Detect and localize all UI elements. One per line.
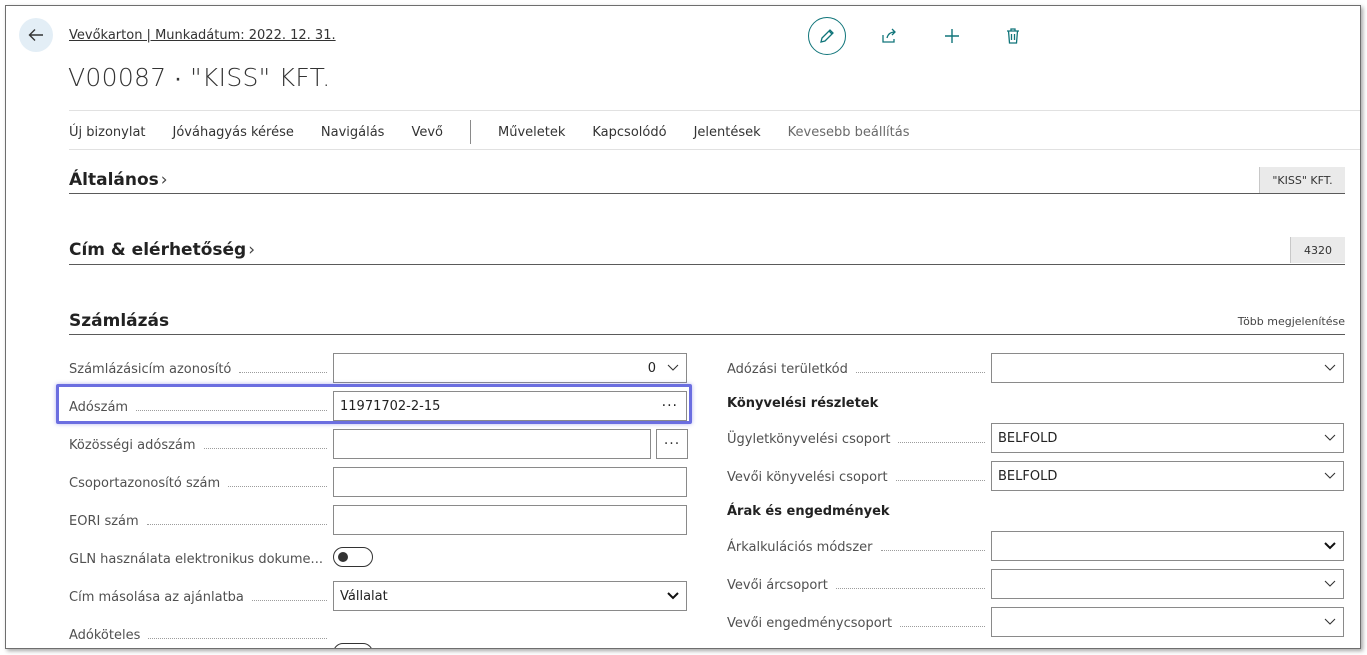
action-related[interactable]: Kapcsolódó [592,125,666,140]
address-summary: 4320 [1290,237,1345,263]
taxable-label: Adóköteles [69,624,333,646]
gln-label: GLN használata elektronikus dokume... [69,551,323,567]
back-arrow-icon [28,29,43,41]
copy-address-label: Cím másolása az ajánlatba [69,586,333,608]
section-invoicing-title[interactable]: Számlázás [69,311,169,331]
show-more-link[interactable]: Több megjelenítése [1238,315,1345,328]
eu-tax-number-field[interactable] [333,429,651,459]
header-divider [69,110,1360,111]
billing-id-label: Számlázásicím azonosító [69,358,333,380]
section-invoicing-rule [69,334,1345,335]
general-summary: "KISS" KFT. [1259,167,1345,193]
tax-area-label: Adózási területkód [727,358,991,380]
share-icon [882,28,896,43]
chevron-down-icon [666,589,680,603]
prices-heading: Árak és engedmények [727,504,890,519]
tax-number-label: Adószám [69,396,333,418]
page-title: V00087 ∙ "KISS" KFT. [68,63,331,92]
price-method-label: Árkalkulációs módszer [727,536,991,558]
section-address-header[interactable]: Cím & elérhetőség › [69,240,255,260]
eu-tax-lookup-button[interactable]: ··· [656,429,688,459]
price-group-dropdown[interactable] [991,569,1344,599]
action-actions[interactable]: Műveletek [498,125,565,140]
tax-number-field[interactable]: 11971702-2-15 ··· [333,391,687,421]
section-address-rule [69,264,1345,265]
section-general-rule [69,193,1345,194]
gen-bus-posting-dropdown[interactable]: BELFOLD [991,423,1344,453]
price-method-select[interactable] [991,531,1344,561]
discount-group-dropdown[interactable] [991,607,1344,637]
edit-button[interactable] [808,17,846,55]
ellipsis-icon: ··· [663,436,681,452]
back-button[interactable] [19,18,53,52]
posting-details-heading: Könyvelési részletek [727,396,879,411]
action-request-approval[interactable]: Jóváhagyás kérése [173,125,294,140]
customer-card-page: Vevőkarton | Munkadátum: 2022. 12. 31. V… [5,5,1361,649]
actionbar-divider [69,149,1360,150]
discount-group-label: Vevői engedménycsoport [727,612,991,634]
billing-id-value: 0 [647,360,656,376]
gen-bus-posting-value: BELFOLD [998,430,1058,446]
section-general-header[interactable]: Általános › [69,170,168,190]
chevron-down-icon [1323,539,1337,553]
action-new-document[interactable]: Új bizonylat [69,125,146,140]
trash-icon [1007,28,1019,44]
chevron-down-icon [1323,361,1337,375]
action-fewer-options[interactable]: Kevesebb beállítás [788,125,910,140]
chevron-down-icon [1323,577,1337,591]
cust-posting-label: Vevői könyvelési csoport [727,466,991,488]
breadcrumb[interactable]: Vevőkarton | Munkadátum: 2022. 12. 31. [69,28,336,43]
copy-address-select[interactable]: Vállalat [333,581,687,611]
gen-bus-posting-label: Ügyletkönyvelési csoport [727,428,991,450]
plus-icon [945,29,959,43]
section-general-title: Általános [69,170,159,190]
ellipsis-icon[interactable]: ··· [662,398,680,414]
toggle-knob [338,648,348,649]
billing-id-dropdown[interactable]: 0 [333,353,687,383]
chevron-right-icon: › [248,240,256,260]
action-reports[interactable]: Jelentések [694,125,761,140]
action-bar-separator [470,120,471,144]
toggle-knob [338,552,348,562]
copy-address-value: Vállalat [340,588,388,604]
action-bar: Új bizonylat Jóváhagyás kérése Navigálás… [69,120,937,144]
action-customer[interactable]: Vevő [411,125,443,140]
group-id-label: Csoportazonosító szám [69,472,333,494]
cust-posting-dropdown[interactable]: BELFOLD [991,461,1344,491]
chevron-right-icon: › [160,170,168,190]
chevron-down-icon [666,361,680,375]
share-button[interactable] [877,24,901,48]
eori-label: EORI szám [69,510,333,532]
chevron-down-icon [1323,469,1337,483]
chevron-down-icon [1323,431,1337,445]
taxable-toggle[interactable] [333,643,373,649]
edit-icon [820,29,834,43]
action-navigate[interactable]: Navigálás [321,125,385,140]
new-button[interactable] [940,24,964,48]
price-group-label: Vevői árcsoport [727,574,991,596]
group-id-field[interactable] [333,467,687,497]
cust-posting-value: BELFOLD [998,468,1058,484]
eori-field[interactable] [333,505,687,535]
delete-button[interactable] [1001,24,1025,48]
gln-toggle[interactable] [333,547,373,567]
section-address-title: Cím & elérhetőség [69,240,247,260]
tax-number-value: 11971702-2-15 [340,398,441,414]
tax-area-dropdown[interactable] [991,353,1344,383]
chevron-down-icon [1323,615,1337,629]
eu-tax-number-label: Közösségi adószám [69,434,333,456]
